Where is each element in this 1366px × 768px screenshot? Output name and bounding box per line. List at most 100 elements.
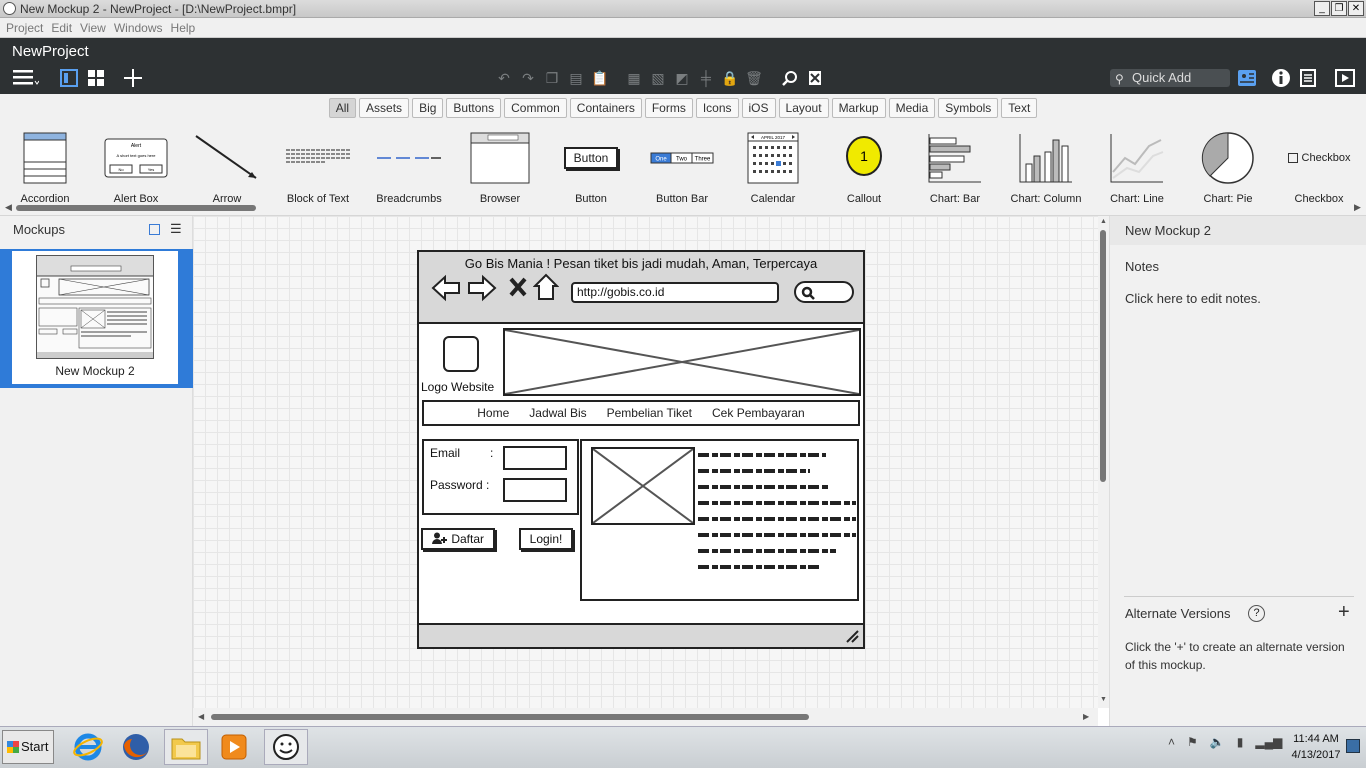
library-label: Chart: Line — [1110, 193, 1164, 205]
scroll-right-icon[interactable]: ▶ — [1083, 712, 1089, 721]
mockup-list-item[interactable]: New Mockup 2 — [0, 249, 193, 388]
find-icon[interactable] — [780, 68, 800, 88]
grid-view-icon[interactable] — [86, 68, 106, 88]
category-ios[interactable]: iOS — [741, 98, 776, 118]
menu-project[interactable]: Project — [2, 18, 47, 37]
library-item-button[interactable]: Button Button — [546, 130, 636, 205]
start-button[interactable]: Start — [2, 730, 54, 764]
wireframe-search-field — [794, 281, 854, 303]
scroll-up-icon[interactable]: ▲ — [1100, 218, 1107, 225]
scroll-left-icon[interactable]: ◀ — [5, 202, 12, 213]
menu-help[interactable]: Help — [167, 18, 200, 37]
menu-windows[interactable]: Windows — [110, 18, 167, 37]
copy-icon[interactable]: ❐ — [542, 68, 562, 88]
menu-view[interactable]: View — [76, 18, 110, 37]
show-desktop-button[interactable] — [1346, 739, 1360, 753]
help-icon[interactable]: ? — [1248, 605, 1265, 622]
presentation-icon[interactable] — [1334, 68, 1356, 88]
category-text[interactable]: Text — [1001, 98, 1038, 118]
horizontal-scroll-thumb[interactable] — [211, 714, 809, 720]
menu-edit[interactable]: Edit — [47, 18, 76, 37]
close-button[interactable]: ✕ — [1348, 1, 1364, 16]
redo-icon[interactable]: ↷ — [518, 68, 538, 88]
add-alternate-button[interactable]: + — [1338, 601, 1350, 624]
category-forms[interactable]: Forms — [644, 98, 693, 118]
library-item-arrow[interactable]: Arrow — [182, 130, 272, 205]
category-symbols[interactable]: Symbols — [938, 98, 999, 118]
delete-icon[interactable]: 🗑 — [744, 68, 764, 88]
library-item-button-bar[interactable]: One Two Three Button Bar — [637, 130, 727, 205]
lock-icon[interactable]: 🔒 — [720, 68, 740, 88]
wireframe-register-button: Daftar — [421, 528, 495, 550]
wireframe-banner-image — [503, 328, 861, 396]
library-item-checkbox[interactable]: Checkbox Checkbox — [1274, 130, 1364, 205]
show-hidden-icons-icon[interactable]: ˄ — [1168, 735, 1175, 749]
svg-text:A short text goes here: A short text goes here — [117, 153, 157, 158]
group-icon[interactable]: ▦ — [624, 68, 644, 88]
vertical-scroll-thumb[interactable] — [1100, 230, 1106, 482]
quick-add-input[interactable]: ⚲ Quick Add — [1110, 69, 1230, 87]
scroll-left-icon[interactable]: ◀ — [198, 712, 204, 721]
volume-icon[interactable]: 🔈 — [1210, 735, 1225, 749]
info-icon[interactable] — [1270, 68, 1292, 88]
category-buttons[interactable]: Buttons — [446, 98, 502, 118]
properties-panel: New Mockup 2 Notes Click here to edit no… — [1109, 216, 1366, 726]
library-item-chart-pie[interactable]: Chart: Pie — [1183, 130, 1273, 205]
clear-search-icon[interactable] — [805, 68, 825, 88]
network-icon[interactable]: ▂▄▆ — [1255, 735, 1282, 749]
paste-icon[interactable]: 📋 — [590, 68, 610, 88]
library-item-alert-box[interactable]: Alert A short text goes here No Yes Alert B… — [91, 130, 181, 205]
action-center-icon[interactable]: ⚑ — [1187, 735, 1198, 749]
wireframe-url-field: http://gobis.co.id — [571, 282, 779, 303]
library-item-calendar[interactable]: APRIL 2017 Calendar — [728, 130, 818, 205]
canvas-horizontal-scrollbar[interactable]: ◀ ▶ — [193, 708, 1098, 726]
library-item-browser[interactable]: Browser — [455, 130, 545, 205]
library-item-chart-line[interactable]: Chart: Line — [1092, 130, 1182, 205]
library-item-breadcrumbs[interactable]: Breadcrumbs — [364, 130, 454, 205]
thumbnail-view-icon[interactable] — [149, 224, 160, 235]
balsamiq-app-icon[interactable] — [264, 729, 308, 765]
category-markup[interactable]: Markup — [831, 98, 886, 118]
library-item-block-of-text[interactable]: Block of Text — [273, 130, 363, 205]
notes-edit-area[interactable]: Click here to edit notes. — [1125, 291, 1261, 306]
firefox-icon[interactable] — [114, 729, 158, 765]
library-item-chart-column[interactable]: Chart: Column — [1001, 130, 1091, 205]
category-media[interactable]: Media — [888, 98, 936, 118]
system-clock[interactable]: 11:44 AM 4/13/2017 — [1286, 731, 1346, 763]
category-common[interactable]: Common — [504, 98, 567, 118]
category-assets[interactable]: Assets — [359, 98, 410, 118]
category-layout[interactable]: Layout — [778, 98, 829, 118]
wireframe-browser[interactable]: Go Bis Mania ! Pesan tiket bis jadi muda… — [417, 250, 865, 649]
file-explorer-icon[interactable] — [164, 729, 208, 765]
library-item-callout[interactable]: 1 Callout — [819, 130, 909, 205]
wireframe-nav-jadwal: Jadwal Bis — [529, 406, 587, 420]
add-icon[interactable] — [122, 68, 144, 88]
undo-icon[interactable]: ↶ — [494, 68, 514, 88]
hamburger-menu-icon[interactable] — [12, 68, 40, 88]
scroll-right-icon[interactable]: ▶ — [1354, 202, 1361, 213]
internet-explorer-icon[interactable] — [66, 729, 110, 765]
chart-bar-thumbnail — [910, 130, 1000, 186]
list-view-icon[interactable]: ☰ — [170, 221, 182, 237]
library-item-accordion[interactable]: Accordion — [0, 130, 90, 205]
library-scrollbar[interactable] — [16, 205, 256, 211]
properties-icon[interactable] — [1298, 68, 1318, 88]
arrange-icon[interactable]: ◩ — [672, 68, 692, 88]
media-player-icon[interactable] — [212, 729, 256, 765]
align-icon[interactable]: ╪ — [696, 68, 716, 88]
asset-library-icon[interactable] — [1236, 68, 1258, 88]
single-view-icon[interactable] — [60, 68, 78, 88]
category-containers[interactable]: Containers — [569, 98, 642, 118]
scroll-down-icon[interactable]: ▼ — [1100, 696, 1107, 703]
library-item-chart-bar[interactable]: Chart: Bar — [910, 130, 1000, 205]
forward-arrow-icon — [467, 274, 497, 305]
battery-icon[interactable]: ▮ — [1237, 735, 1244, 749]
category-all[interactable]: All — [328, 98, 357, 118]
cut-icon[interactable]: ▤ — [566, 68, 586, 88]
canvas-vertical-scrollbar[interactable]: ▲ ▼ — [1098, 216, 1109, 708]
ungroup-icon[interactable]: ▧ — [648, 68, 668, 88]
category-icons[interactable]: Icons — [695, 98, 739, 118]
category-big[interactable]: Big — [412, 98, 444, 118]
restore-button[interactable]: ❐ — [1331, 1, 1347, 16]
minimize-button[interactable]: _ — [1314, 1, 1330, 16]
